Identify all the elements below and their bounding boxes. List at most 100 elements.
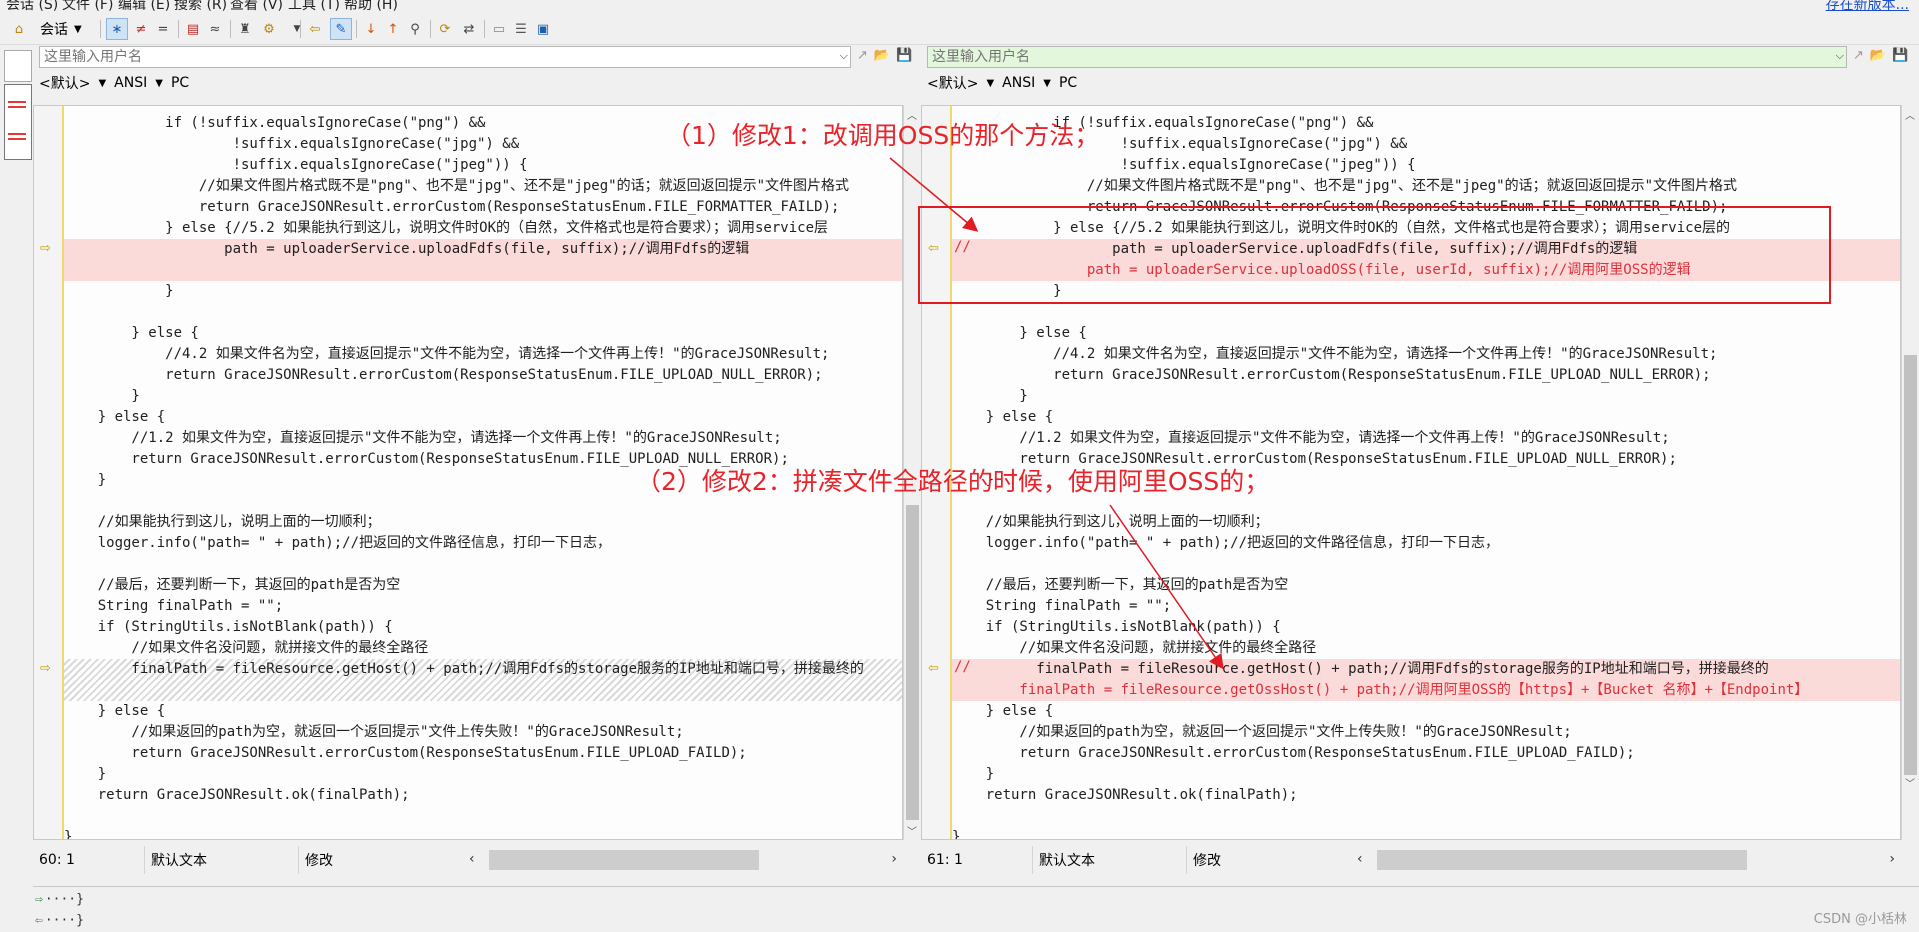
menu-tools[interactable]: 工具 (T) bbox=[288, 0, 340, 13]
ignore-unimportant-icon[interactable]: ≈ bbox=[204, 18, 226, 40]
edit-mode-icon[interactable]: ✎ bbox=[330, 18, 352, 40]
left-vscroll-thumb[interactable] bbox=[906, 505, 919, 820]
save-icon[interactable]: 💾 bbox=[896, 48, 912, 63]
left-hscroll-thumb[interactable] bbox=[489, 850, 759, 870]
scroll-up-icon[interactable]: ︿ bbox=[1905, 107, 1915, 122]
code-line[interactable]: return GraceJSONResult.errorCustom(Respo… bbox=[64, 197, 902, 218]
diff-marker-icon[interactable]: ⇨ bbox=[40, 661, 51, 676]
left-path-field[interactable]: ⌵ bbox=[39, 46, 851, 68]
code-line[interactable]: logger.info("path= " + path);//把返回的文件路径信… bbox=[64, 533, 902, 554]
up-arrow-icon[interactable]: ↗ bbox=[857, 48, 868, 63]
code-line[interactable]: } else { bbox=[64, 701, 902, 722]
code-line[interactable] bbox=[64, 554, 902, 575]
code-line[interactable]: path = uploaderService.uploadFdfs(file, … bbox=[64, 239, 902, 260]
previous-difference-icon[interactable]: ↑ bbox=[382, 18, 404, 40]
code-line[interactable] bbox=[64, 302, 902, 323]
code-line[interactable]: return GraceJSONResult.errorCustom(Respo… bbox=[952, 365, 1900, 386]
code-line[interactable] bbox=[952, 302, 1900, 323]
code-line[interactable]: } bbox=[64, 827, 902, 839]
right-vertical-scrollbar[interactable]: ︿ ﹀ bbox=[1901, 105, 1919, 840]
right-horizontal-scrollbar[interactable]: ‹ › bbox=[1351, 846, 1901, 874]
format-icon[interactable]: ⚙ bbox=[258, 18, 280, 40]
scroll-left-icon[interactable]: ‹ bbox=[469, 851, 475, 867]
code-line[interactable]: return GraceJSONResult.errorCustom(Respo… bbox=[64, 365, 902, 386]
show-all-icon[interactable]: ∗ bbox=[106, 18, 128, 40]
left-encoding-charset[interactable]: ANSI bbox=[114, 75, 147, 91]
left-encoding-default[interactable]: <默认> bbox=[39, 73, 90, 93]
code-line[interactable]: //1.2 如果文件为空，直接返回提示"文件不能为空，请选择一个文件再上传！"的… bbox=[64, 428, 902, 449]
left-horizontal-scrollbar[interactable]: ‹ › bbox=[463, 846, 903, 874]
right-path-field[interactable]: ⌵ bbox=[927, 46, 1847, 68]
code-line[interactable]: //1.2 如果文件为空，直接返回提示"文件不能为空，请选择一个文件再上传！"的… bbox=[952, 428, 1900, 449]
scroll-down-icon[interactable]: ﹀ bbox=[1905, 775, 1915, 790]
code-line[interactable]: return GraceJSONResult.ok(finalPath); bbox=[64, 785, 902, 806]
session-dropdown[interactable]: 会话 ▼ bbox=[40, 18, 82, 40]
overview-thumbnail[interactable] bbox=[4, 84, 32, 160]
menu-edit[interactable]: 编辑 (E) bbox=[118, 0, 170, 13]
code-line[interactable]: //如果能执行到这儿，说明上面的一切顺利； bbox=[64, 512, 902, 533]
menu-session[interactable]: 会话 (S) bbox=[6, 0, 58, 13]
show-same-icon[interactable]: = bbox=[152, 18, 174, 40]
code-line[interactable]: return GraceJSONResult.ok(finalPath); bbox=[952, 785, 1900, 806]
code-line[interactable]: //最后，还要判断一下，其返回的path是否为空 bbox=[64, 575, 902, 596]
chevron-down-icon[interactable]: ▼ bbox=[155, 78, 163, 89]
chevron-down-icon[interactable]: ⌵ bbox=[1836, 49, 1844, 63]
menu-search[interactable]: 搜索 (R) bbox=[174, 0, 227, 13]
code-line[interactable]: //最后，还要判断一下，其返回的path是否为空 bbox=[952, 575, 1900, 596]
code-line[interactable]: } else { bbox=[64, 407, 902, 428]
code-line[interactable]: } else { bbox=[64, 323, 902, 344]
right-encoding-default[interactable]: <默认> bbox=[927, 73, 978, 93]
rules-icon[interactable]: ♜ bbox=[234, 18, 256, 40]
code-line[interactable]: //如果能执行到这儿，说明上面的一切顺利； bbox=[952, 512, 1900, 533]
code-line[interactable]: return GraceJSONResult.errorCustom(Respo… bbox=[952, 743, 1900, 764]
chevron-down-icon[interactable]: ▼ bbox=[986, 78, 994, 89]
code-line[interactable]: String finalPath = ""; bbox=[64, 596, 902, 617]
swap-sides-icon[interactable]: ⇄ bbox=[458, 18, 480, 40]
scroll-left-icon[interactable]: ‹ bbox=[1357, 851, 1363, 867]
up-arrow-icon[interactable]: ↗ bbox=[1853, 48, 1864, 63]
code-line[interactable]: } bbox=[64, 281, 902, 302]
code-line[interactable] bbox=[952, 806, 1900, 827]
menu-help[interactable]: 帮助 (H) bbox=[344, 0, 398, 13]
code-line[interactable]: return GraceJSONResult.errorCustom(Respo… bbox=[64, 743, 902, 764]
code-line[interactable]: } bbox=[64, 764, 902, 785]
code-line[interactable] bbox=[64, 806, 902, 827]
right-encoding-charset[interactable]: ANSI bbox=[1002, 75, 1035, 91]
code-line[interactable]: !suffix.equalsIgnoreCase("jpeg")) { bbox=[952, 155, 1900, 176]
diff-marker-icon[interactable]: ⇨ bbox=[40, 241, 51, 256]
right-path-input[interactable] bbox=[928, 47, 1846, 67]
find-icon[interactable]: ⚲ bbox=[404, 18, 426, 40]
code-line[interactable]: //如果文件图片格式既不是"png"、也不是"jpg"、还不是"jpeg"的话；… bbox=[952, 176, 1900, 197]
code-line[interactable]: } else { bbox=[952, 323, 1900, 344]
save-icon[interactable]: 💾 bbox=[1892, 48, 1908, 63]
scroll-right-icon[interactable]: › bbox=[1889, 851, 1895, 867]
code-line[interactable]: } else { bbox=[952, 701, 1900, 722]
right-vscroll-thumb[interactable] bbox=[1904, 355, 1917, 775]
next-difference-icon[interactable]: ↓ bbox=[360, 18, 382, 40]
chevron-down-icon[interactable]: ⌵ bbox=[840, 49, 848, 63]
scroll-right-icon[interactable]: › bbox=[891, 851, 897, 867]
left-path-input[interactable] bbox=[40, 47, 850, 67]
code-line[interactable]: } bbox=[952, 764, 1900, 785]
code-line[interactable]: } bbox=[952, 827, 1900, 839]
code-line[interactable]: if (StringUtils.isNotBlank(path)) { bbox=[952, 617, 1900, 638]
chevron-down-icon[interactable]: ▼ bbox=[98, 78, 106, 89]
code-line[interactable]: finalPath = fileResource.getHost() + pat… bbox=[64, 659, 902, 680]
code-line[interactable]: //如果文件名没问题，就拼接文件的最终全路径 bbox=[64, 638, 902, 659]
code-line[interactable]: //如果文件图片格式既不是"png"、也不是"jpg"、还不是"jpeg"的话；… bbox=[64, 176, 902, 197]
code-line[interactable]: //4.2 如果文件名为空，直接返回提示"文件不能为空，请选择一个文件再上传！"… bbox=[952, 344, 1900, 365]
refresh-icon[interactable]: ⟳ bbox=[434, 18, 456, 40]
home-icon[interactable]: ⌂ bbox=[8, 18, 30, 40]
diff-marker-icon[interactable]: ⇦ bbox=[928, 661, 939, 676]
right-encoding-lineend[interactable]: PC bbox=[1059, 75, 1077, 91]
open-folder-icon[interactable]: 📂 bbox=[874, 48, 890, 63]
menu-file[interactable]: 文件 (F) bbox=[62, 0, 113, 13]
chevron-down-icon[interactable]: ▼ bbox=[1043, 78, 1051, 89]
copy-to-left-icon[interactable]: ⇦ bbox=[304, 18, 326, 40]
code-line[interactable]: } bbox=[952, 386, 1900, 407]
code-line[interactable]: logger.info("path= " + path);//把返回的文件路径信… bbox=[952, 533, 1900, 554]
code-line[interactable] bbox=[64, 260, 902, 281]
code-line[interactable]: } bbox=[64, 386, 902, 407]
right-hscroll-thumb[interactable] bbox=[1377, 850, 1747, 870]
code-line[interactable] bbox=[64, 680, 902, 701]
